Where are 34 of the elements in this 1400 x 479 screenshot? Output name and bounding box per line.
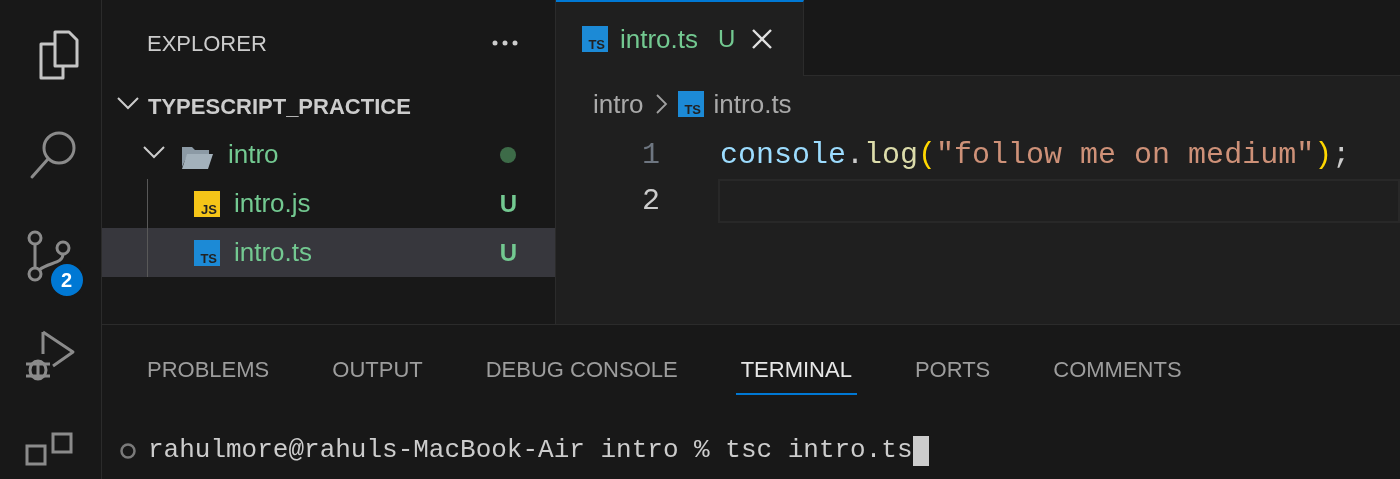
status-circle-icon xyxy=(120,442,136,459)
js-file-icon: JS xyxy=(194,190,220,217)
breadcrumb-item[interactable]: intro xyxy=(593,84,644,124)
close-icon xyxy=(750,27,775,51)
folder-label: intro xyxy=(228,138,279,171)
line-number: 2 xyxy=(641,182,660,220)
editor-tab[interactable]: TS intro.ts U xyxy=(556,0,805,76)
panel-tab[interactable]: DEBUG CONSOLE xyxy=(480,345,683,395)
tab-label: intro.ts xyxy=(620,22,699,56)
tree-item[interactable]: TS intro.ts U xyxy=(102,228,555,277)
git-status: U xyxy=(499,237,517,268)
terminal-command: rahulmore@rahuls-MacBook-Air intro % tsc intro.ts xyxy=(148,434,913,467)
workspace-folder-label[interactable]: TYPESCRIPT_PRACTICE xyxy=(148,89,411,123)
panel-tab[interactable]: TERMINAL xyxy=(735,345,857,395)
git-status: U xyxy=(718,24,736,54)
notification-badge: 2 xyxy=(48,262,85,298)
panel-tab[interactable]: PROBLEMS xyxy=(142,345,275,395)
file-label: intro.js xyxy=(234,187,311,220)
ts-file-icon: TS xyxy=(677,91,704,117)
git-status: U xyxy=(499,188,517,219)
panel-tab[interactable]: PORTS xyxy=(909,345,996,395)
chevron-right-icon xyxy=(653,93,668,115)
line-number: 1 xyxy=(641,136,660,174)
code-text: console.log("follow me on medium"); xyxy=(720,136,1351,174)
sidebar-title: EXPLORER xyxy=(147,29,267,58)
file-label: intro.ts xyxy=(234,236,313,269)
tree-item[interactable]: intro xyxy=(102,130,555,179)
more-icon xyxy=(491,39,519,47)
panel-tab[interactable]: COMMENTS xyxy=(1048,345,1187,395)
breadcrumb-item[interactable]: intro.ts xyxy=(713,84,792,124)
ts-file-icon: TS xyxy=(582,26,608,52)
panel-tab[interactable]: OUTPUT xyxy=(327,345,428,395)
tree-item[interactable]: JS intro.js U xyxy=(102,179,555,228)
ts-file-icon: TS xyxy=(194,239,220,266)
